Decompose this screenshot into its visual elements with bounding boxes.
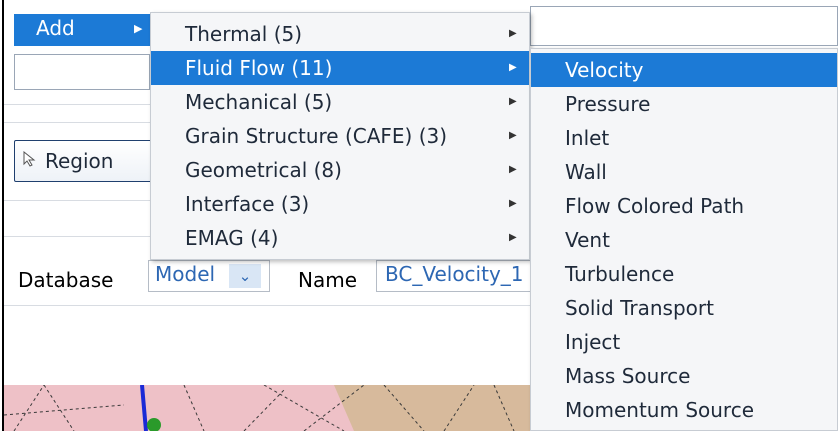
add-submenu: Thermal (5) ▶ Fluid Flow (11) ▶ Mechanic… [150, 12, 530, 260]
menu-item-label: Momentum Source [565, 398, 755, 422]
name-input-value: BC_Velocity_1 [385, 262, 524, 286]
cursor-arrow-icon [23, 150, 37, 171]
menu-item-label: Turbulence [565, 262, 675, 286]
submenu-arrow-icon: ▶ [509, 130, 517, 141]
menu-item-label: Fluid Flow (11) [185, 56, 333, 80]
submenu-arrow-icon: ▶ [509, 198, 517, 209]
menu-item-label: Inlet [565, 126, 610, 150]
region-button[interactable]: Region [14, 140, 156, 182]
menu-item-turbulence[interactable]: Turbulence [531, 257, 837, 291]
mesh-viewport[interactable] [4, 385, 532, 431]
menu-item-fluid-flow[interactable]: Fluid Flow (11) ▶ [151, 51, 529, 85]
name-label: Name [298, 268, 358, 292]
submenu-arrow-icon: ▶ [509, 62, 517, 73]
menu-item-geometrical[interactable]: Geometrical (8) ▶ [151, 153, 529, 187]
menu-item-label: EMAG (4) [185, 226, 279, 250]
menu-item-inject[interactable]: Inject [531, 325, 837, 359]
menu-item-grain-structure[interactable]: Grain Structure (CAFE) (3) ▶ [151, 119, 529, 153]
menu-item-thermal[interactable]: Thermal (5) ▶ [151, 17, 529, 51]
menu-item-inlet[interactable]: Inlet [531, 121, 837, 155]
menu-item-mass-source[interactable]: Mass Source [531, 359, 837, 393]
menu-item-mechanical[interactable]: Mechanical (5) ▶ [151, 85, 529, 119]
database-label: Database [18, 268, 114, 292]
menu-item-label: Velocity [565, 58, 644, 82]
menu-item-interface[interactable]: Interface (3) ▶ [151, 187, 529, 221]
menu-item-vent[interactable]: Vent [531, 223, 837, 257]
fluid-flow-submenu: Velocity Pressure Inlet Wall Flow Colore… [530, 48, 838, 431]
submenu-arrow-icon: ▶ [509, 232, 517, 243]
menu-item-pressure[interactable]: Pressure [531, 87, 837, 121]
menu-item-emag[interactable]: EMAG (4) ▶ [151, 221, 529, 255]
menu-item-label: Inject [565, 330, 621, 354]
menu-item-label: Geometrical (8) [185, 158, 342, 182]
name-input[interactable]: BC_Velocity_1 [376, 260, 536, 292]
divider [4, 305, 534, 306]
submenu-arrow-icon: ▶ [509, 28, 517, 39]
add-menu-label: Add [36, 16, 75, 40]
menu-item-label: Mass Source [565, 364, 691, 388]
database-select[interactable]: Model ⌄ [148, 260, 270, 292]
chevron-down-icon[interactable]: ⌄ [229, 264, 261, 288]
database-select-value: Model [155, 262, 216, 286]
submenu-arrow-icon: ▶ [509, 164, 517, 175]
divider [4, 236, 154, 237]
menu-item-label: Interface (3) [185, 192, 310, 216]
menu-item-wall[interactable]: Wall [531, 155, 837, 189]
menu-item-solid-transport[interactable]: Solid Transport [531, 291, 837, 325]
add-menu-button[interactable]: Add ▶ [14, 14, 150, 46]
toolbar-field[interactable] [14, 54, 150, 90]
menu-item-label: Wall [565, 160, 607, 184]
menu-item-label: Thermal (5) [185, 22, 303, 46]
divider [4, 122, 154, 123]
divider [4, 200, 154, 201]
toolbar-field[interactable] [530, 6, 838, 46]
menu-item-label: Vent [565, 228, 610, 252]
menu-item-flow-colored-path[interactable]: Flow Colored Path [531, 189, 837, 223]
menu-item-momentum-source[interactable]: Momentum Source [531, 393, 837, 427]
menu-item-label: Pressure [565, 92, 651, 116]
menu-item-label: Mechanical (5) [185, 90, 333, 114]
menu-item-label: Flow Colored Path [565, 194, 745, 218]
menu-item-label: Grain Structure (CAFE) (3) [185, 124, 448, 148]
menu-item-label: Solid Transport [565, 296, 714, 320]
submenu-arrow-icon: ▶ [509, 96, 517, 107]
menu-item-velocity[interactable]: Velocity [531, 53, 837, 87]
submenu-arrow-icon: ▶ [134, 22, 143, 35]
divider [4, 104, 154, 105]
region-button-label: Region [45, 149, 114, 173]
